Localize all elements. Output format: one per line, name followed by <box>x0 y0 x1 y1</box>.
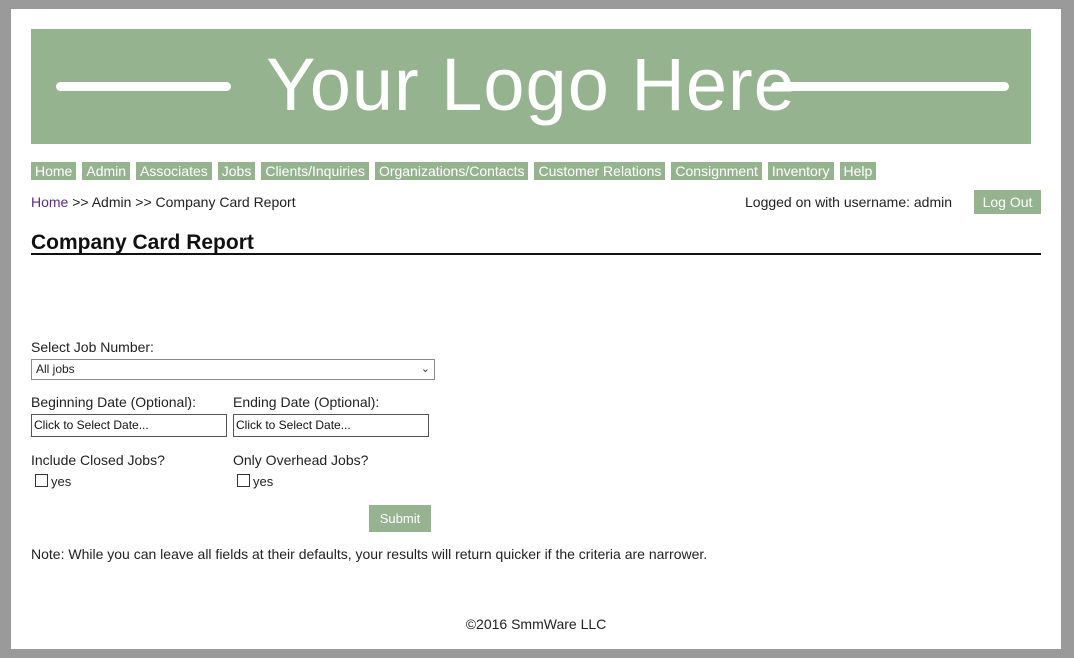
page-title: Company Card Report <box>31 231 254 254</box>
logout-button[interactable]: Log Out <box>974 190 1041 214</box>
nav-item-admin[interactable]: Admin <box>82 162 131 180</box>
nav-item-consignment[interactable]: Consignment <box>671 162 762 180</box>
nav-item-customer-relations[interactable]: Customer Relations <box>534 162 666 180</box>
breadcrumb: Home >> Admin >> Company Card Report <box>31 194 296 210</box>
include-closed-label: Include Closed Jobs? <box>31 452 165 468</box>
nav-item-help[interactable]: Help <box>839 162 877 180</box>
job-number-value: All jobs <box>36 362 75 376</box>
title-divider <box>31 253 1041 255</box>
nav-item-jobs[interactable]: Jobs <box>217 162 256 180</box>
nav-item-associates[interactable]: Associates <box>136 162 212 180</box>
nav-item-inventory[interactable]: Inventory <box>767 162 834 180</box>
breadcrumb-home-link[interactable]: Home <box>31 194 68 210</box>
beginning-date-input[interactable]: Click to Select Date... <box>31 414 227 437</box>
ending-date-input[interactable]: Click to Select Date... <box>233 414 429 437</box>
login-status: Logged on with username: admin <box>745 194 953 210</box>
breadcrumb-trail: >> Admin >> Company Card Report <box>68 194 296 210</box>
ending-date-label: Ending Date (Optional): <box>233 394 380 410</box>
chevron-down-icon: ⌄ <box>420 363 430 375</box>
main-nav: Home Admin Associates Jobs Clients/Inqui… <box>31 162 877 180</box>
include-closed-checkbox[interactable] <box>35 474 48 487</box>
nav-item-organizations-contacts[interactable]: Organizations/Contacts <box>374 162 529 180</box>
nav-item-clients-inquiries[interactable]: Clients/Inquiries <box>261 162 369 180</box>
criteria-note: Note: While you can leave all fields at … <box>31 546 708 562</box>
job-number-select[interactable]: All jobs ⌄ <box>31 359 435 380</box>
logo-banner: Your Logo Here <box>31 29 1031 144</box>
submit-button[interactable]: Submit <box>369 505 431 532</box>
page: Your Logo Here Home Admin Associates Job… <box>11 9 1061 649</box>
only-overhead-option: yes <box>253 474 274 489</box>
job-number-label: Select Job Number: <box>31 339 154 355</box>
footer-copyright: ©2016 SmmWare LLC <box>465 616 607 632</box>
include-closed-option: yes <box>51 474 72 489</box>
only-overhead-label: Only Overhead Jobs? <box>233 452 369 468</box>
nav-item-home[interactable]: Home <box>31 162 77 180</box>
beginning-date-label: Beginning Date (Optional): <box>31 394 196 410</box>
only-overhead-checkbox[interactable] <box>237 474 250 487</box>
logo-line-right <box>771 81 1009 91</box>
